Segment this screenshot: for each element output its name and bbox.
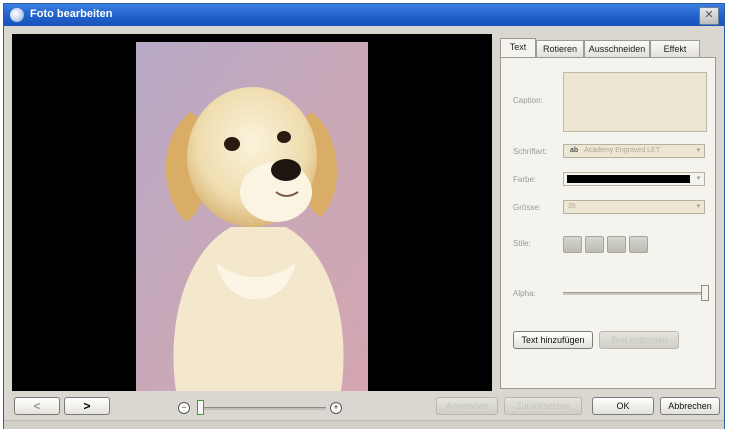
font-select[interactable]: ab Academy Engraved LET ▾: [563, 144, 705, 158]
zoom-slider-track[interactable]: [200, 407, 326, 410]
text-tab-content: Caption: Schriftart: ab Academy Engraved…: [500, 57, 716, 389]
chevron-down-icon: ▾: [696, 147, 701, 154]
apply-button[interactable]: Anwenden: [436, 397, 498, 415]
title-bar: Foto bearbeiten ✕: [4, 4, 724, 26]
app-icon: [10, 8, 24, 22]
color-label: Farbe:: [513, 175, 537, 184]
font-value: Academy Engraved LET: [584, 147, 660, 154]
underline-button[interactable]: [607, 236, 626, 253]
caption-label: Caption:: [513, 96, 543, 105]
edit-panel: Text Rotieren Ausschneiden Effekt Captio…: [494, 34, 722, 391]
close-button[interactable]: ✕: [699, 7, 719, 25]
tab-crop[interactable]: Ausschneiden: [584, 40, 650, 57]
color-swatch: [567, 175, 690, 183]
size-select[interactable]: 35 ▾: [563, 200, 705, 214]
dog-photo: [136, 42, 368, 391]
bold-button[interactable]: [563, 236, 582, 253]
add-text-button[interactable]: Text hinzufügen: [513, 331, 593, 349]
size-label: Grösse:: [513, 203, 542, 212]
strikethrough-button[interactable]: [629, 236, 648, 253]
alpha-label: Alpha:: [513, 289, 536, 298]
caption-textarea[interactable]: [563, 72, 707, 132]
zoom-in-icon[interactable]: +: [330, 402, 342, 414]
color-select[interactable]: ▾: [563, 172, 705, 186]
chevron-down-icon: ▾: [696, 175, 701, 182]
alpha-slider-thumb[interactable]: [701, 285, 709, 301]
edit-photo-dialog: Foto bearbeiten ✕ Text Rotieren Ausschne…: [3, 3, 725, 429]
photo-viewer: [12, 34, 492, 391]
italic-button[interactable]: [585, 236, 604, 253]
reset-button[interactable]: Zurücksetzen: [504, 397, 582, 415]
alpha-slider-track[interactable]: [563, 292, 701, 295]
ok-button[interactable]: OK: [592, 397, 654, 415]
status-strip: [4, 420, 724, 429]
next-button[interactable]: >: [64, 397, 110, 415]
window-title: Foto bearbeiten: [30, 8, 113, 20]
zoom-slider-thumb[interactable]: [197, 400, 204, 415]
chevron-down-icon: ▾: [696, 203, 701, 210]
tab-text[interactable]: Text: [500, 38, 536, 58]
zoom-out-icon[interactable]: −: [178, 402, 190, 414]
style-label: Stile:: [513, 239, 531, 248]
cancel-button[interactable]: Abbrechen: [660, 397, 720, 415]
tab-effect[interactable]: Effekt: [650, 40, 700, 57]
size-value: 35: [568, 203, 576, 210]
remove-text-button[interactable]: Text entfernen: [599, 331, 679, 349]
previous-button[interactable]: <: [14, 397, 60, 415]
font-label: Schriftart:: [513, 147, 548, 156]
font-preview-icon: ab: [570, 147, 579, 154]
tab-rotate[interactable]: Rotieren: [536, 40, 584, 57]
